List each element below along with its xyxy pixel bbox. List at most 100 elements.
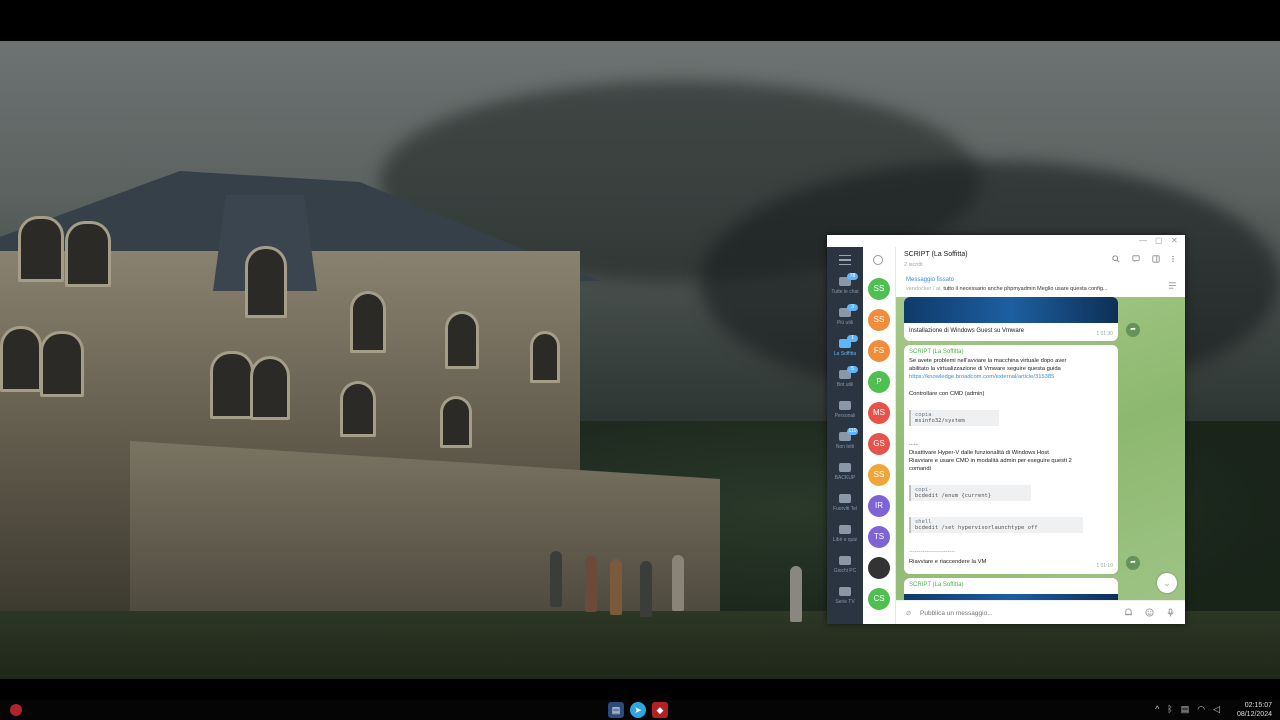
chat-avatar[interactable]: MS — [868, 402, 890, 424]
clock[interactable]: 02:15:07 08/12/2024 — [1237, 701, 1272, 719]
chat-title: SCRIPT (La Soffitta) — [904, 251, 968, 258]
chat-avatar[interactable]: SS — [868, 278, 890, 300]
menu-icon[interactable] — [839, 255, 851, 265]
folder-label: Bot utili — [836, 382, 854, 388]
clock-time: 02:15:07 — [1244, 702, 1272, 709]
code-text: msinfo32/system — [915, 418, 965, 424]
bluetooth-icon[interactable]: ᛒ — [1167, 704, 1172, 715]
maximize-icon[interactable]: ▢ — [1155, 236, 1163, 245]
chat-subtitle: 2 iscritti — [904, 262, 923, 268]
message-area[interactable]: Installazione di Windows Guest su Vmware… — [896, 297, 1185, 607]
unread-badge: 5 — [847, 366, 858, 373]
folder-item[interactable]: Più utili 3 — [827, 304, 863, 334]
app-icon[interactable]: ◆ — [652, 702, 668, 718]
message-input[interactable] — [918, 606, 1102, 620]
sidebar-toggle-icon[interactable] — [1152, 255, 1160, 263]
code-text: bcdedit /enum {current} — [915, 493, 992, 499]
close-icon[interactable]: ✕ — [1171, 236, 1178, 245]
unread-badge: 110 — [847, 428, 858, 435]
message-line: Se avete problemi nell'avviare la macchi… — [909, 358, 1067, 364]
folder-item[interactable]: BACKUP — [827, 459, 863, 489]
unread-badge: 78 — [847, 273, 858, 280]
pinned-body: tutto il necessario anche phpmyadmin Meg… — [943, 286, 1108, 292]
folder-label: Fuorviti Tel — [832, 506, 858, 512]
folder-icon — [839, 401, 851, 410]
share-icon[interactable]: ➦ — [1126, 556, 1140, 570]
chat-avatar[interactable]: FS — [868, 340, 890, 362]
folder-item[interactable]: Giochi PC — [827, 552, 863, 582]
folder-icon — [839, 587, 851, 596]
message-line: comandi — [909, 466, 931, 472]
search-icon[interactable] — [1112, 255, 1120, 263]
video-thumbnail[interactable] — [904, 297, 1118, 323]
telegram-icon[interactable]: ➤ — [630, 702, 646, 718]
code-block[interactable]: copi- bcdedit /enum {current} — [909, 485, 1031, 501]
share-icon[interactable]: ➦ — [1126, 323, 1140, 337]
pinned-list-icon[interactable] — [1168, 281, 1177, 290]
emoji-icon[interactable] — [1145, 608, 1154, 617]
chat-avatar[interactable]: GS — [868, 433, 890, 455]
video-caption: Installazione di Windows Guest su Vmware — [909, 328, 1025, 334]
code-block[interactable]: shell bcdedit /set hypervisorlaunchtype … — [909, 517, 1083, 533]
folder-icon — [839, 494, 851, 503]
folder-label: Libri e quiz — [832, 537, 858, 543]
pinned-message-bar[interactable]: Messaggio fissato vendocker / ai, tutto … — [896, 273, 1185, 298]
folder-icon — [839, 463, 851, 472]
file-manager-icon[interactable]: ▤ — [608, 702, 624, 718]
message-composer: ⌀ — [896, 600, 1185, 624]
pinned-title: Messaggio fissato — [906, 277, 955, 283]
folder-label: Non letti — [835, 444, 855, 450]
chat-header[interactable]: SCRIPT (La Soffitta) 2 iscritti — [896, 247, 1185, 274]
start-menu-icon[interactable] — [10, 704, 22, 716]
folder-item[interactable]: Personali — [827, 397, 863, 427]
folder-item[interactable]: Tutte le chat 78 — [827, 273, 863, 303]
taskbar: ▤ ➤ ◆ ^ ᛒ ▤ ◠ ◁ 02:15:07 08/12/2024 — [0, 700, 1280, 720]
text-message[interactable]: SCRIPT (La Soffitta) Se avete problemi n… — [904, 345, 1118, 574]
chat-avatar[interactable] — [868, 557, 890, 579]
scroll-down-button[interactable]: ⌄ — [1157, 573, 1177, 593]
tray-expand-icon[interactable]: ^ — [1155, 704, 1159, 715]
more-options-icon[interactable] — [1169, 255, 1177, 263]
volume-icon[interactable]: ◁ — [1213, 704, 1220, 715]
search-icon[interactable] — [873, 255, 883, 265]
code-text: bcdedit /set hypervisorlaunchtype off — [915, 525, 1038, 531]
video-message[interactable]: Installazione di Windows Guest su Vmware… — [904, 297, 1118, 341]
folder-icon — [839, 556, 851, 565]
folder-item[interactable]: Bot utili 5 — [827, 366, 863, 396]
folder-label: Serie TV — [835, 599, 855, 605]
attach-icon[interactable]: ⌀ — [904, 608, 913, 617]
message-line: ------------------------ — [909, 549, 956, 555]
folder-item[interactable]: Non letti 110 — [827, 428, 863, 458]
comments-icon[interactable] — [1132, 255, 1140, 263]
message-link[interactable]: https://knowledge.broadcom.com/external/… — [909, 374, 1054, 380]
chat-avatar[interactable]: SS — [868, 309, 890, 331]
folder-label: La Soffitta — [833, 351, 857, 357]
pinned-text: vendocker / ai, tutto il necessario anch… — [906, 286, 1166, 292]
folder-item[interactable]: Serie TV — [827, 583, 863, 613]
wifi-icon[interactable]: ◠ — [1197, 704, 1205, 715]
folder-item[interactable]: La Soffitta 1 — [827, 335, 863, 365]
folder-item[interactable]: Libri e quiz — [827, 521, 863, 551]
code-block[interactable]: copia msinfo32/system — [909, 410, 999, 426]
clock-date: 08/12/2024 — [1236, 711, 1272, 718]
minimize-icon[interactable]: — — [1139, 236, 1147, 245]
network-icon[interactable]: ▤ — [1181, 704, 1190, 715]
chat-avatar[interactable]: TS — [868, 526, 890, 548]
chat-avatar[interactable]: IR — [868, 495, 890, 517]
chat-avatar[interactable]: CS — [868, 588, 890, 610]
chat-list: SS SS FS P MS GS SS IR TS CS — [863, 247, 896, 624]
message-line: Riavviare e usare CMD in modalità admin … — [909, 458, 1072, 464]
chat-avatar[interactable]: P — [868, 371, 890, 393]
telegram-window: — ▢ ✕ Tutte le chat 78 Più utili 3 La Soffit… — [827, 235, 1185, 624]
message-line: abilitato la virtualizzazione di Vmware … — [909, 366, 1061, 372]
chat-avatar[interactable]: SS — [868, 464, 890, 486]
system-tray: ^ ᛒ ▤ ◠ ◁ — [1155, 704, 1220, 715]
microphone-icon[interactable] — [1166, 608, 1175, 617]
notification-bell-icon[interactable] — [1124, 608, 1133, 617]
message-sender: SCRIPT (La Soffitta) — [909, 349, 964, 355]
pinned-author: vendocker / ai, — [906, 286, 942, 292]
folder-sidebar: Tutte le chat 78 Più utili 3 La Soffitta 1 Bot… — [827, 247, 863, 624]
folder-item[interactable]: Fuorviti Tel — [827, 490, 863, 520]
message-sender: SCRIPT (La Soffitta) — [909, 582, 964, 588]
folder-label: Più utili — [836, 320, 854, 326]
